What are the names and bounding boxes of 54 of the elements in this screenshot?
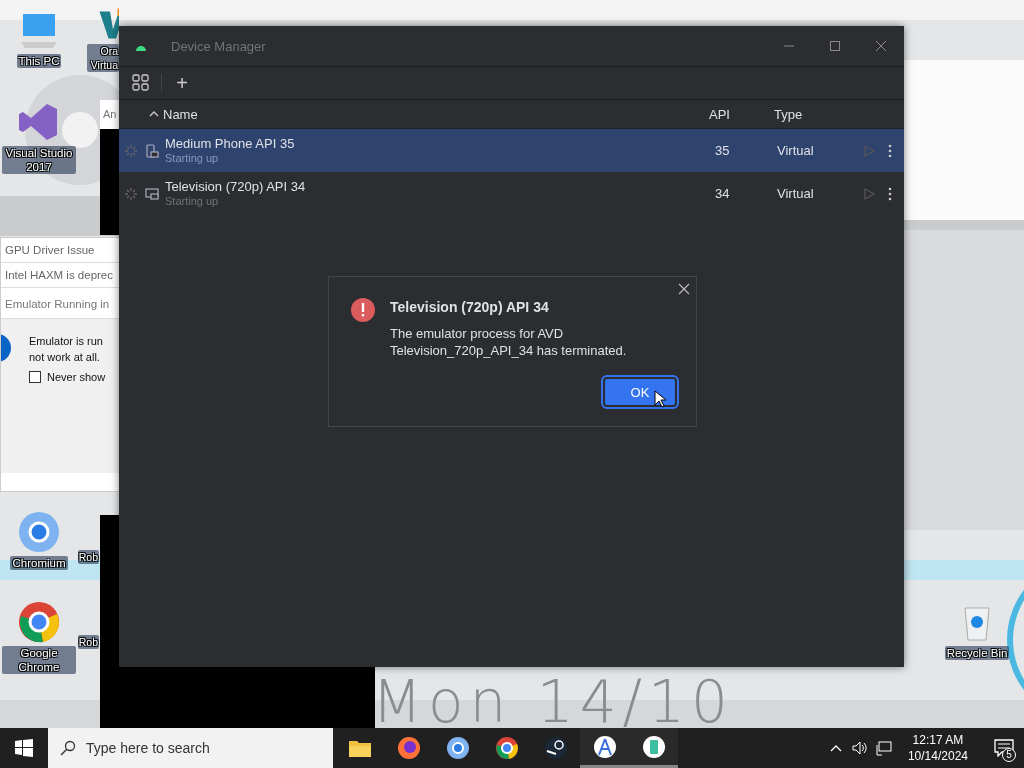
phone-device-icon xyxy=(145,143,159,158)
search-icon xyxy=(60,740,76,756)
tv-device-icon xyxy=(145,186,159,201)
loading-spinner-icon xyxy=(125,144,137,157)
icon-label[interactable]: Ora Virtua xyxy=(87,44,119,72)
windows-logo-icon[interactable] xyxy=(15,739,33,757)
icon-label[interactable]: Recycle Bin xyxy=(944,646,1010,660)
icon-label[interactable]: Rob xyxy=(77,550,99,564)
mouse-cursor-icon xyxy=(654,390,666,408)
icon-label[interactable]: Rob xyxy=(77,635,99,649)
maximize-button[interactable] xyxy=(829,40,841,52)
window-title: Device Manager xyxy=(171,38,267,54)
phone-app-icon[interactable] xyxy=(629,728,678,768)
clock[interactable]: 12:17 AM 10/14/2024 xyxy=(907,732,968,764)
window-title: An xyxy=(100,100,119,129)
table-cell-text: Virtual xyxy=(777,143,815,158)
device-status: Starting up xyxy=(165,195,220,208)
compass-app-icon[interactable] xyxy=(580,728,629,768)
more-options-icon[interactable] xyxy=(888,143,892,158)
table-cell-text: 35 xyxy=(715,143,731,158)
notification-icon[interactable] xyxy=(994,739,1014,757)
error-icon xyxy=(350,297,376,323)
grid-view-icon[interactable] xyxy=(131,73,151,93)
column-header[interactable]: Name xyxy=(163,106,198,122)
notification-count: 5 xyxy=(1002,748,1016,762)
date-widget: Mon 14/10 xyxy=(372,668,734,728)
sort-caret-icon[interactable] xyxy=(149,110,159,118)
column-header[interactable]: Type xyxy=(774,106,803,122)
close-button[interactable] xyxy=(875,40,887,52)
close-icon[interactable] xyxy=(678,283,690,295)
dialog-message: Emulator is run not work at all. xyxy=(29,334,104,365)
icon-label[interactable]: Chromium xyxy=(10,556,68,570)
table-row[interactable]: Television (720p) API 34 Starting up 34 Virtual xyxy=(119,172,904,215)
dialog-message: The emulator process for AVD Television_720p_API_34 has terminated. xyxy=(390,325,627,359)
device-name: Television (720p) API 34 xyxy=(165,179,307,195)
icon-label[interactable]: Visual Studio 2017 xyxy=(2,146,76,174)
add-button[interactable]: + xyxy=(172,73,192,93)
ok-button[interactable]: OK xyxy=(603,377,677,407)
device-name: Medium Phone API 35 xyxy=(165,136,296,152)
network-icon[interactable] xyxy=(875,740,892,756)
more-options-icon[interactable] xyxy=(888,186,892,201)
checkbox[interactable] xyxy=(29,371,41,383)
table-cell-text: 34 xyxy=(715,186,731,201)
table-row[interactable]: Medium Phone API 35 Starting up 35 Virtual xyxy=(119,129,904,172)
icon-label[interactable]: Google Chrome xyxy=(2,646,76,674)
icon-label[interactable]: This PC xyxy=(16,54,62,68)
search-field[interactable]: Type here to search xyxy=(48,728,333,768)
device-status: Starting up xyxy=(165,152,220,165)
column-header[interactable]: API xyxy=(709,106,730,122)
dialog-title: Television (720p) API 34 xyxy=(390,298,550,315)
checkbox-label: Never show xyxy=(47,371,106,383)
volume-icon[interactable] xyxy=(851,740,868,756)
loading-spinner-icon xyxy=(125,187,137,200)
table-cell-text: Virtual xyxy=(777,186,815,201)
